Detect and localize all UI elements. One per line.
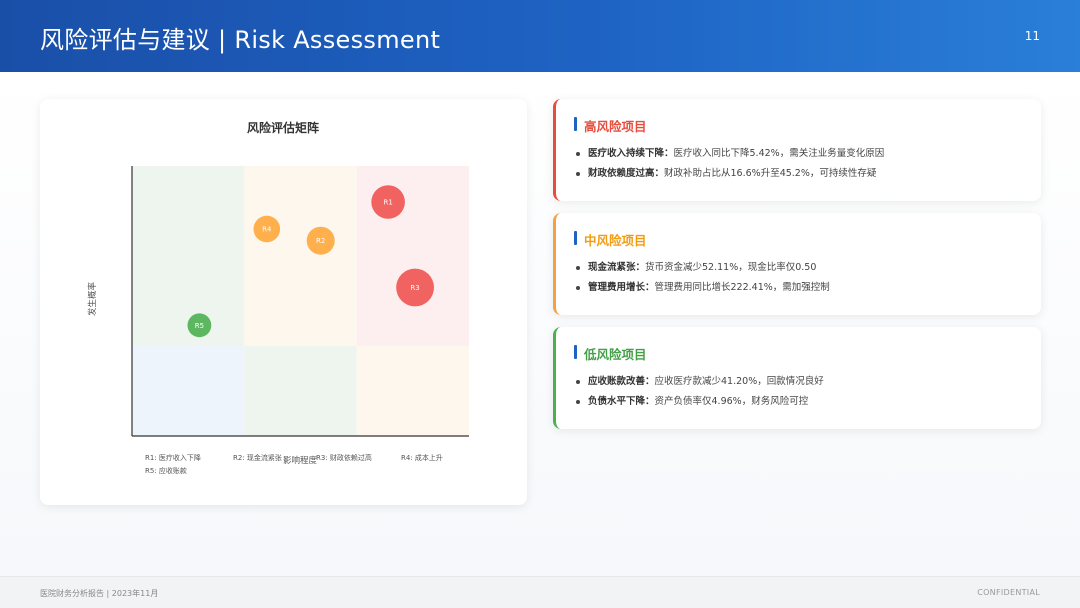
chart-title: 风险评估矩阵: [247, 120, 319, 135]
item-label: 财政依赖度过高：: [588, 168, 665, 179]
matrix-cell: [244, 346, 357, 436]
item-label: 现金流紧张：: [588, 262, 646, 273]
item-label: 管理费用增长：: [588, 282, 655, 293]
item-text: 财政补助占比从16.6%升至45.2%，可持续性存疑: [664, 168, 877, 179]
y-axis-label: 发生概率: [87, 282, 98, 317]
item-text: 医疗收入同比下降5.42%，需关注业务量变化原因: [673, 148, 885, 159]
risk-point-label: R3: [410, 284, 419, 292]
list-item: 现金流紧张：货币资金减少52.11%，现金比率仅0.50: [576, 258, 830, 278]
item-text: 管理费用同比增长222.41%，需加强控制: [654, 282, 830, 293]
item-label: 负债水平下降：: [588, 396, 655, 407]
header-bar: 风险评估与建议 | Risk Assessment 11: [0, 0, 1080, 72]
item-text: 应收医疗款减少41.20%，回款情况良好: [654, 376, 824, 387]
list-item: 财政依赖度过高：财政补助占比从16.6%升至45.2%，可持续性存疑: [576, 164, 884, 184]
list-item: 应收账款改善：应收医疗款减少41.20%，回款情况良好: [576, 372, 824, 392]
matrix-cell: [244, 256, 357, 346]
low-risk-list: 应收账款改善：应收医疗款减少41.20%，回款情况良好 负债水平下降：资产负债率…: [576, 372, 824, 412]
x-axis-label: 影响程度: [283, 455, 318, 466]
low-risk-title: 低风险项目: [574, 344, 647, 363]
main-content: 风险评估矩阵发生概率 R1 R2 R3 R4 R5 R1: 医疗收入下降 R2: 现金流紧张 R…: [0, 72, 1080, 576]
risk-point-label: R1: [383, 199, 392, 207]
item-label: 应收账款改善：: [588, 376, 655, 387]
footer-report-info: 医院财务分析报告 | 2023年11月: [40, 589, 159, 598]
matrix-cell: [132, 346, 245, 436]
risk-point-label: R2: [316, 237, 325, 245]
low-risk-card: 低风险项目 应收账款改善：应收医疗款减少41.20%，回款情况良好 负债水平下降…: [553, 327, 1041, 429]
legend-entry: R1: 医疗收入下降: [145, 453, 201, 462]
list-item: 管理费用增长：管理费用同比增长222.41%，需加强控制: [576, 278, 830, 298]
matrix-cell: [244, 166, 357, 256]
item-label: 医疗收入持续下降：: [588, 148, 674, 159]
risk-point-label: R5: [195, 322, 204, 330]
list-item: 医疗收入持续下降：医疗收入同比下降5.42%，需关注业务量变化原因: [576, 144, 884, 164]
medium-risk-title: 中风险项目: [574, 230, 647, 249]
legend-entry: R2: 现金流紧张: [233, 453, 282, 462]
medium-risk-card: 中风险项目 现金流紧张：货币资金减少52.11%，现金比率仅0.50 管理费用增…: [553, 213, 1041, 315]
risk-matrix-card: 风险评估矩阵发生概率 R1 R2 R3 R4 R5 R1: 医疗收入下降 R2: 现金流紧张 R…: [40, 99, 527, 505]
item-text: 货币资金减少52.11%，现金比率仅0.50: [645, 262, 817, 273]
legend-entry: R5: 应收账款: [145, 466, 187, 475]
matrix-cell: [132, 166, 245, 256]
page-title: 风险评估与建议 | Risk Assessment: [40, 26, 441, 54]
risk-matrix-chart: 风险评估矩阵发生概率 R1 R2 R3 R4 R5 R1: 医疗收入下降 R2: 现金流紧张 R…: [87, 120, 469, 475]
medium-risk-list: 现金流紧张：货币资金减少52.11%，现金比率仅0.50 管理费用增长：管理费用…: [576, 258, 830, 298]
matrix-cell: [356, 346, 469, 436]
risk-point-label: R4: [262, 226, 272, 234]
high-risk-title: 高风险项目: [574, 116, 647, 135]
footer-confidential: CONFIDENTIAL: [977, 588, 1040, 597]
matrix-cell: [132, 256, 245, 346]
high-risk-list: 医疗收入持续下降：医疗收入同比下降5.42%，需关注业务量变化原因 财政依赖度过…: [576, 144, 884, 184]
matrix-cell: [356, 166, 469, 256]
legend-entry: R3: 财政依赖过高: [316, 453, 372, 462]
high-risk-card: 高风险项目 医疗收入持续下降：医疗收入同比下降5.42%，需关注业务量变化原因 …: [553, 99, 1041, 201]
footer-bar: 医院财务分析报告 | 2023年11月 CONFIDENTIAL: [0, 576, 1080, 608]
list-item: 负债水平下降：资产负债率仅4.96%，财务风险可控: [576, 392, 824, 412]
legend-entry: R4: 成本上升: [401, 453, 443, 462]
page-number: 11: [1024, 29, 1040, 43]
item-text: 资产负债率仅4.96%，财务风险可控: [654, 396, 809, 407]
